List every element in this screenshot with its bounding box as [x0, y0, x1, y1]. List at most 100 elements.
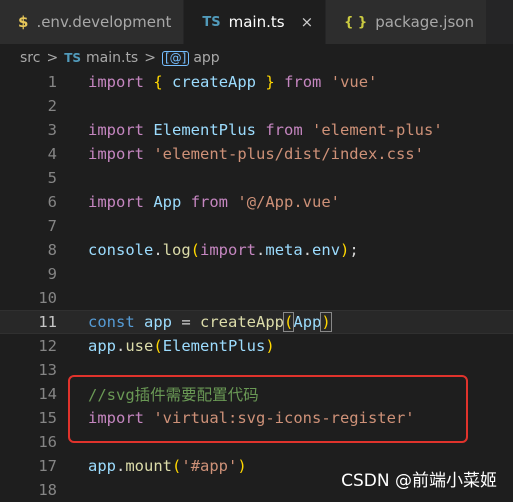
code-token: createApp: [172, 73, 257, 91]
code-line[interactable]: 9: [0, 262, 513, 286]
code-token: '#app': [181, 457, 238, 475]
code-token: ElementPlus: [162, 337, 266, 355]
code-token: .: [153, 241, 163, 259]
dollar-icon: $: [18, 13, 29, 31]
code-text: import { createApp } from 'vue': [88, 73, 377, 91]
line-number: 10: [38, 289, 57, 307]
code-token: 'element-plus': [312, 121, 443, 139]
code-text: app.use(ElementPlus): [88, 337, 275, 355]
code-token: use: [125, 337, 154, 355]
code-token: import: [200, 241, 257, 259]
code-line[interactable]: 4 import 'element-plus/dist/index.css': [0, 142, 513, 166]
tab-label: .env.development: [36, 13, 172, 31]
code-line[interactable]: 8 console.log(import.meta.env);: [0, 238, 513, 262]
code-token: ): [320, 312, 332, 332]
code-token: from: [265, 121, 303, 139]
code-token: ): [340, 241, 350, 259]
code-token: .: [116, 457, 126, 475]
code-token: 'element-plus/dist/index.css': [153, 145, 424, 163]
code-token: .: [256, 241, 266, 259]
code-line[interactable]: 11 const app = createApp(App): [0, 310, 513, 334]
line-number: 8: [47, 241, 57, 259]
code-token: ): [265, 337, 275, 355]
line-number: 9: [47, 265, 57, 283]
code-line[interactable]: 2: [0, 94, 513, 118]
line-number: 18: [38, 481, 57, 499]
code-text: const app = createApp(App): [88, 312, 332, 332]
code-text: import 'element-plus/dist/index.css': [88, 145, 424, 163]
breadcrumb-file[interactable]: main.ts: [86, 50, 138, 66]
code-token: import: [88, 145, 144, 163]
code-text: app.mount('#app'): [88, 457, 247, 475]
breadcrumb-symbol[interactable]: app: [193, 50, 219, 66]
json-icon: { }: [344, 14, 368, 30]
code-text: import ElementPlus from 'element-plus': [88, 121, 443, 139]
close-icon[interactable]: ×: [301, 13, 314, 31]
code-token: meta: [265, 241, 303, 259]
chevron-right-icon: >: [144, 50, 156, 66]
tab-main-ts[interactable]: TS main.ts ×: [184, 0, 327, 44]
line-number: 11: [38, 313, 57, 331]
code-token: (: [190, 241, 201, 259]
code-token: .: [302, 241, 313, 259]
code-token: (: [172, 457, 182, 475]
highlight-annotation-box: [68, 375, 468, 443]
line-number: 17: [38, 457, 57, 475]
code-token: 'vue': [330, 73, 378, 91]
code-line[interactable]: 3 import ElementPlus from 'element-plus': [0, 118, 513, 142]
code-line[interactable]: 7: [0, 214, 513, 238]
code-line[interactable]: 6 import App from '@/App.vue': [0, 190, 513, 214]
code-token: app: [144, 313, 173, 331]
code-line[interactable]: 10: [0, 286, 513, 310]
breadcrumb-folder[interactable]: src: [20, 50, 40, 66]
code-token: (: [282, 312, 295, 332]
line-number: 5: [47, 169, 57, 187]
watermark: CSDN @前端小菜姬: [341, 471, 497, 491]
code-line[interactable]: 1 import { createApp } from 'vue': [0, 70, 513, 94]
tab-env-development[interactable]: $ .env.development: [0, 0, 185, 44]
code-token: (: [153, 337, 163, 355]
variable-symbol-icon: [@]: [161, 50, 190, 66]
code-token: .: [116, 337, 126, 355]
typescript-icon: TS: [202, 14, 221, 30]
tab-label: package.json: [375, 13, 474, 31]
code-text: import App from '@/App.vue': [88, 193, 340, 211]
code-line[interactable]: 12 app.use(ElementPlus): [0, 334, 513, 358]
code-line[interactable]: 5: [0, 166, 513, 190]
code-token: ElementPlus: [153, 121, 256, 139]
code-token: import: [88, 73, 144, 91]
code-token: console: [88, 241, 154, 259]
code-token: mount: [125, 457, 173, 475]
line-number: 2: [47, 97, 57, 115]
typescript-icon: TS: [64, 51, 82, 65]
line-number: 6: [47, 193, 57, 211]
breadcrumb: src > TS main.ts > [@] app: [0, 44, 513, 72]
code-token: from: [190, 193, 229, 211]
line-number: 4: [47, 145, 57, 163]
line-number: 7: [47, 217, 57, 235]
line-number: 1: [47, 73, 57, 91]
code-token: =: [172, 313, 201, 331]
editor-tab-bar: $ .env.development TS main.ts × { } pack…: [0, 0, 513, 44]
code-token: import: [88, 121, 144, 139]
code-token: const: [88, 313, 135, 331]
code-token: from: [284, 73, 322, 91]
code-token: app: [88, 337, 116, 355]
tab-package-json[interactable]: { } package.json: [326, 0, 487, 44]
code-token: app: [88, 457, 116, 475]
code-token: import: [88, 193, 144, 211]
line-number: 3: [47, 121, 57, 139]
code-token: env: [312, 241, 341, 259]
